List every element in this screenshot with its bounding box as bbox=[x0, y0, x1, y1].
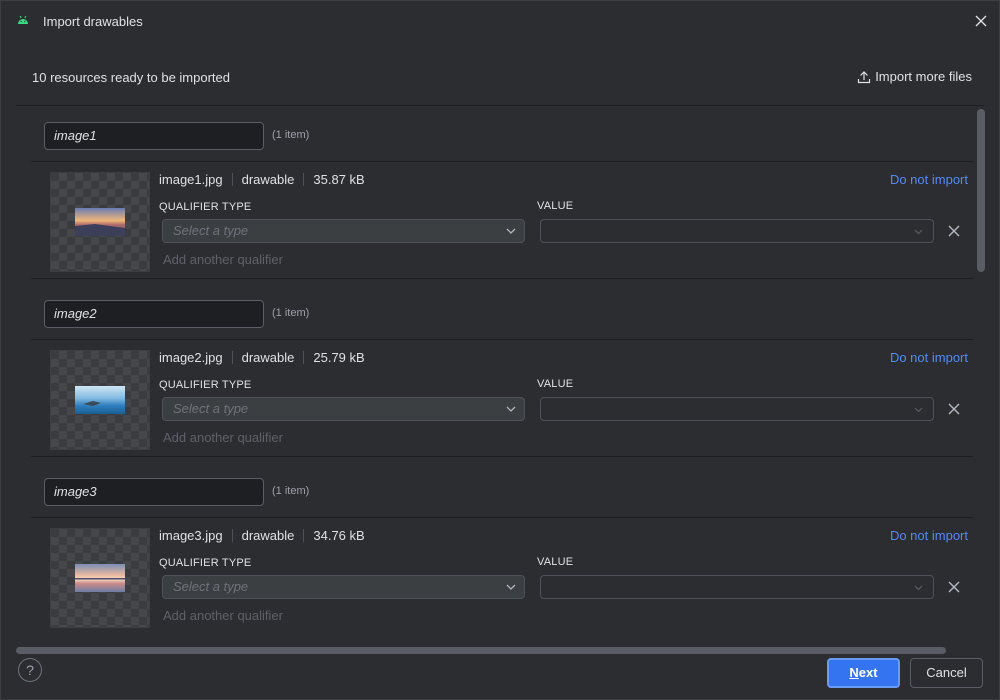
resource-item: image1.jpg drawable 35.87 kB Do not impo… bbox=[31, 162, 973, 279]
resource-name-field[interactable]: image2 bbox=[44, 300, 264, 328]
qualifier-type-label: QUALIFIER TYPE bbox=[159, 201, 252, 213]
file-meta: image3.jpg drawable 34.76 kB bbox=[159, 528, 365, 543]
chevron-down-icon bbox=[506, 406, 516, 412]
file-size: 34.76 kB bbox=[313, 528, 365, 543]
chevron-down-icon bbox=[914, 407, 923, 413]
help-button[interactable]: ? bbox=[18, 658, 42, 682]
chevron-down-icon bbox=[506, 228, 516, 234]
resource-item: image2.jpg drawable 25.79 kB Do not impo… bbox=[31, 340, 973, 457]
resource-group: image3 (1 item) image3.jpg drawable 34.7… bbox=[16, 463, 974, 639]
meta-separator bbox=[303, 529, 305, 542]
add-another-qualifier-link[interactable]: Add another qualifier bbox=[163, 608, 283, 623]
resource-group: image2 (1 item) image2.jpg drawable 25.7… bbox=[16, 285, 974, 463]
image-preview bbox=[75, 564, 125, 592]
qualifier-value-select[interactable] bbox=[540, 397, 934, 421]
image-preview bbox=[75, 386, 125, 414]
header-row: 10 resources ready to be imported Import… bbox=[16, 57, 984, 97]
image-thumbnail bbox=[50, 172, 150, 272]
file-meta: image1.jpg drawable 35.87 kB bbox=[159, 172, 365, 187]
qualifier-value-select[interactable] bbox=[540, 575, 934, 599]
meta-separator bbox=[303, 351, 305, 364]
import-more-files-label: Import more files bbox=[875, 69, 972, 84]
chevron-down-icon bbox=[914, 229, 923, 235]
file-name: image1.jpg bbox=[159, 172, 223, 187]
resource-type: drawable bbox=[241, 350, 295, 365]
file-name: image3.jpg bbox=[159, 528, 223, 543]
image-thumbnail bbox=[50, 528, 150, 628]
file-name: image2.jpg bbox=[159, 350, 223, 365]
qualifier-value-select[interactable] bbox=[540, 219, 934, 243]
do-not-import-link[interactable]: Do not import bbox=[890, 350, 968, 365]
dialog-title: Import drawables bbox=[43, 14, 143, 29]
android-icon bbox=[18, 15, 28, 24]
resource-name-field[interactable]: image1 bbox=[44, 122, 264, 150]
image-thumbnail bbox=[50, 350, 150, 450]
upload-icon bbox=[858, 70, 871, 83]
value-label: VALUE bbox=[537, 200, 574, 212]
do-not-import-link[interactable]: Do not import bbox=[890, 172, 968, 187]
header-divider bbox=[16, 105, 984, 106]
qualifier-type-placeholder: Select a type bbox=[173, 401, 249, 416]
qualifier-type-select[interactable]: Select a type bbox=[162, 397, 525, 421]
horizontal-scrollbar[interactable] bbox=[16, 647, 946, 654]
remove-qualifier-icon[interactable] bbox=[947, 224, 961, 238]
meta-separator bbox=[231, 351, 233, 364]
item-count: (1 item) bbox=[272, 307, 310, 319]
cancel-button[interactable]: Cancel bbox=[910, 658, 983, 688]
value-label: VALUE bbox=[537, 556, 574, 568]
do-not-import-link[interactable]: Do not import bbox=[890, 528, 968, 543]
import-more-files-button[interactable]: Import more files bbox=[857, 69, 972, 84]
chevron-down-icon bbox=[506, 584, 516, 590]
value-label: VALUE bbox=[537, 378, 574, 390]
image-preview bbox=[75, 208, 125, 236]
close-icon[interactable] bbox=[971, 11, 991, 31]
row-divider bbox=[31, 456, 973, 457]
file-meta: image2.jpg drawable 25.79 kB bbox=[159, 350, 365, 365]
resource-type: drawable bbox=[241, 528, 295, 543]
resource-name-field[interactable]: image3 bbox=[44, 478, 264, 506]
qualifier-type-placeholder: Select a type bbox=[173, 223, 249, 238]
add-another-qualifier-link[interactable]: Add another qualifier bbox=[163, 430, 283, 445]
meta-separator bbox=[231, 173, 233, 186]
resource-item: image3.jpg drawable 34.76 kB Do not impo… bbox=[31, 518, 973, 635]
qualifier-type-select[interactable]: Select a type bbox=[162, 575, 525, 599]
qualifier-type-label: QUALIFIER TYPE bbox=[159, 379, 252, 391]
next-button[interactable]: Next bbox=[827, 658, 900, 688]
vertical-scrollbar[interactable] bbox=[977, 109, 985, 272]
chevron-down-icon bbox=[914, 585, 923, 591]
qualifier-type-select[interactable]: Select a type bbox=[162, 219, 525, 243]
meta-separator bbox=[303, 173, 305, 186]
item-count: (1 item) bbox=[272, 129, 310, 141]
meta-separator bbox=[231, 529, 233, 542]
file-size: 25.79 kB bbox=[313, 350, 365, 365]
resources-summary: 10 resources ready to be imported bbox=[32, 70, 230, 85]
resource-list: image1 (1 item) image1.jpg drawable 35.8… bbox=[16, 107, 976, 639]
resource-group: image1 (1 item) image1.jpg drawable 35.8… bbox=[16, 107, 974, 285]
qualifier-type-label: QUALIFIER TYPE bbox=[159, 557, 252, 569]
title-bar: Import drawables bbox=[1, 1, 999, 41]
next-label: ext bbox=[858, 665, 878, 680]
row-divider bbox=[31, 278, 973, 279]
remove-qualifier-icon[interactable] bbox=[947, 580, 961, 594]
remove-qualifier-icon[interactable] bbox=[947, 402, 961, 416]
resource-type: drawable bbox=[241, 172, 295, 187]
item-count: (1 item) bbox=[272, 485, 310, 497]
add-another-qualifier-link[interactable]: Add another qualifier bbox=[163, 252, 283, 267]
next-mnemonic: N bbox=[849, 665, 859, 680]
file-size: 35.87 kB bbox=[313, 172, 365, 187]
import-drawables-dialog: Import drawables 10 resources ready to b… bbox=[0, 0, 1000, 700]
qualifier-type-placeholder: Select a type bbox=[173, 579, 249, 594]
